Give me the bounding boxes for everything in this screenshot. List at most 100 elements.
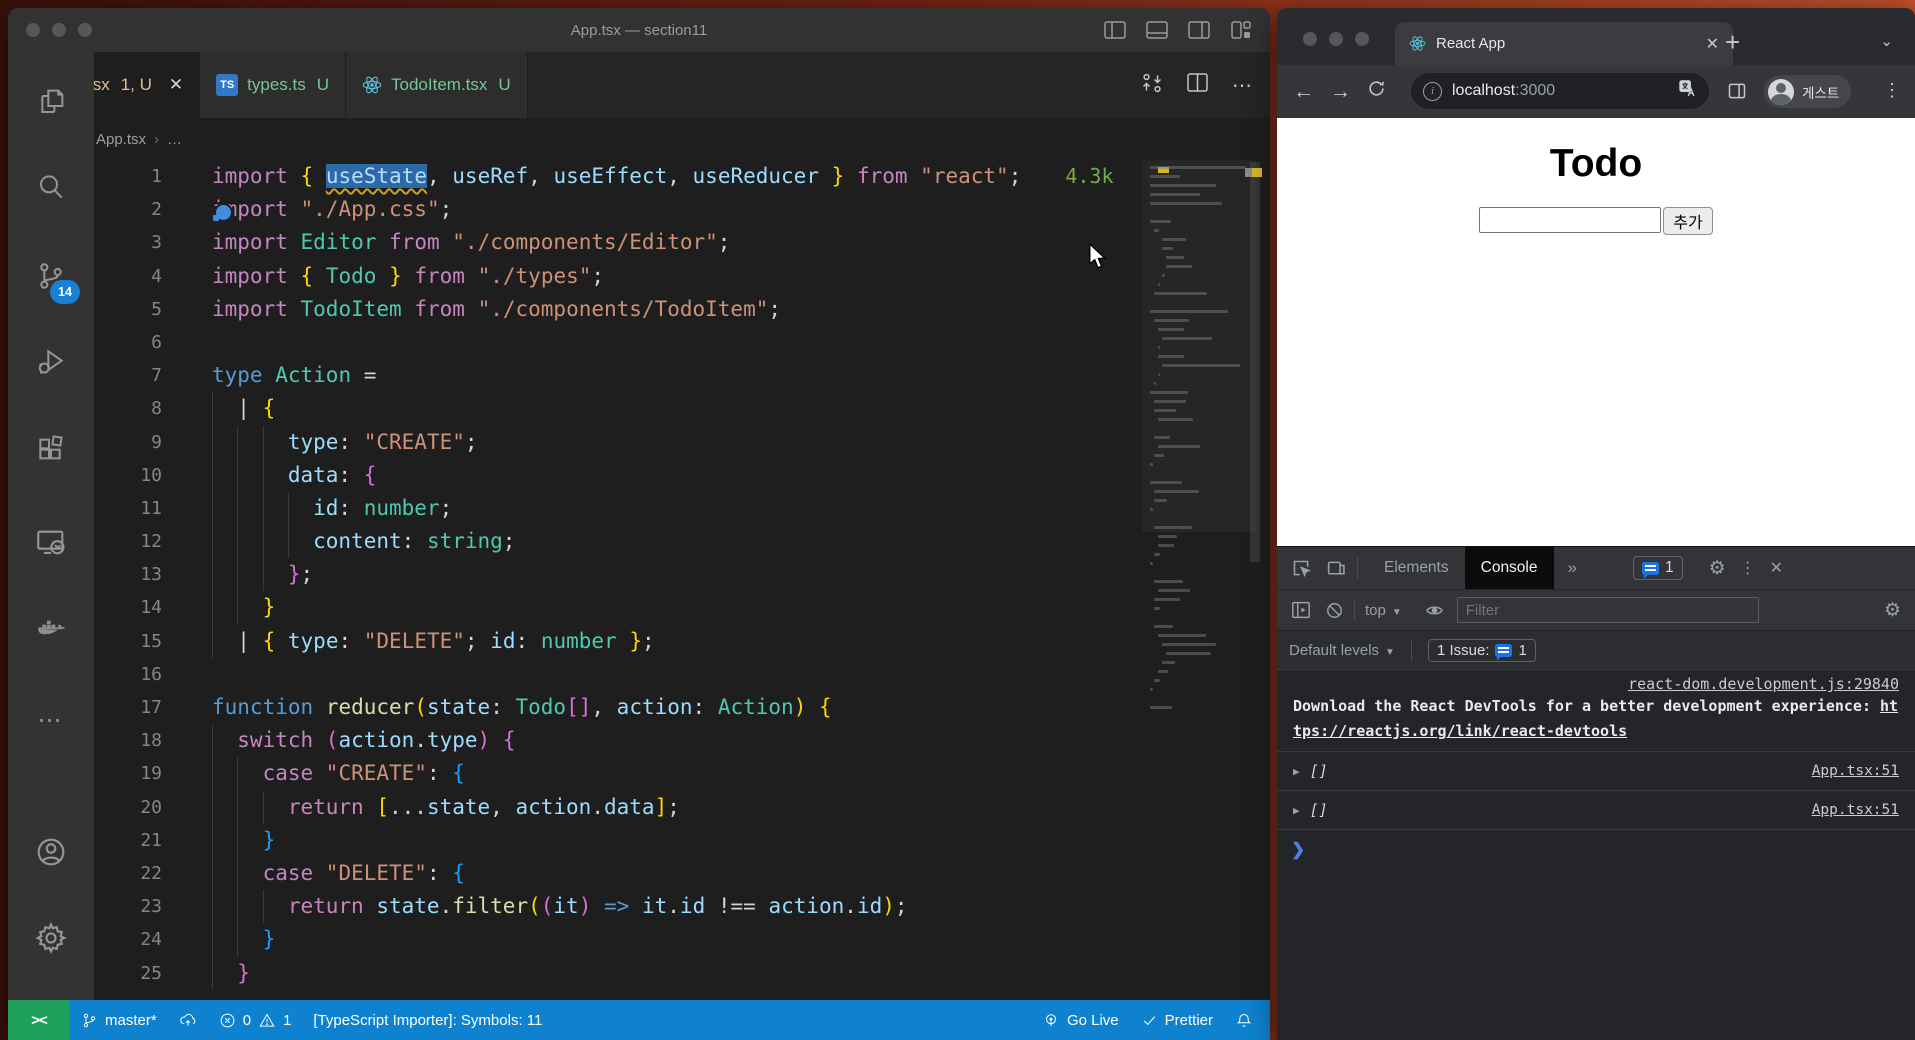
source-control-icon[interactable]: 14 — [8, 246, 94, 306]
console-settings-gear-icon[interactable]: ⚙ — [1884, 599, 1901, 622]
live-expression-eye-icon[interactable] — [1424, 601, 1445, 620]
code-line[interactable]: 5import TodoItem from "./components/Todo… — [94, 293, 1270, 326]
code-line[interactable]: 6 — [94, 326, 1270, 359]
issues-counter[interactable]: 1 Issue: 1 — [1428, 639, 1536, 662]
code-line[interactable]: 16 — [94, 658, 1270, 691]
code-line[interactable]: 19 case "CREATE": { — [94, 757, 1270, 790]
inspect-element-icon[interactable] — [1291, 558, 1312, 579]
devtools-menu-icon[interactable]: ⋮ — [1740, 558, 1756, 578]
expand-arrow-icon[interactable]: ▶ — [1293, 765, 1300, 778]
console-log-entry[interactable]: ▶[]App.tsx:51 — [1277, 752, 1915, 791]
notifications-bell-icon[interactable] — [1224, 1000, 1264, 1040]
back-icon[interactable]: ← — [1293, 80, 1314, 104]
more-views-icon[interactable]: ⋯ — [8, 690, 94, 750]
tab-search-chevron-icon[interactable]: ⌄ — [1880, 32, 1893, 50]
editor-tab-types-ts[interactable]: TStypes.tsU — [200, 52, 346, 118]
code-line[interactable]: 8 | { — [94, 392, 1270, 425]
console-source-link[interactable]: App.tsx:51 — [1812, 763, 1899, 779]
browser-tab[interactable]: React App ✕ — [1395, 22, 1733, 65]
expand-arrow-icon[interactable]: ▶ — [1293, 804, 1300, 817]
console-sidebar-icon[interactable] — [1291, 601, 1311, 619]
devtools-tab-console[interactable]: Console — [1465, 547, 1554, 589]
editor-tab-todoitem-tsx[interactable]: TodoItem.tsxU — [346, 52, 528, 118]
explorer-icon[interactable] — [8, 72, 94, 132]
code-line[interactable]: 20 return [...state, action.data]; — [94, 791, 1270, 824]
console-log-entry[interactable]: ▶[]App.tsx:51 — [1277, 791, 1915, 830]
split-editor-icon[interactable] — [1187, 73, 1208, 97]
code-line[interactable]: 25 } — [94, 957, 1270, 990]
ts-importer-status[interactable]: [TypeScript Importer]: Symbols: 11 — [302, 1000, 553, 1040]
vscode-titlebar[interactable]: App.tsx — section11 — [8, 8, 1270, 52]
accounts-icon[interactable] — [8, 822, 94, 882]
todo-input[interactable] — [1479, 207, 1661, 233]
remote-explorer-icon[interactable] — [8, 513, 94, 573]
zoom-window-button[interactable] — [1355, 32, 1369, 46]
code-line[interactable]: 21 } — [94, 824, 1270, 857]
code-line[interactable]: 24 } — [94, 923, 1270, 956]
open-changes-icon[interactable] — [1141, 72, 1163, 99]
settings-gear-icon[interactable] — [8, 908, 94, 968]
address-bar[interactable]: i localhost:3000 — [1411, 73, 1709, 109]
code-line[interactable]: 12 content: string; — [94, 525, 1270, 558]
reload-icon[interactable] — [1367, 79, 1386, 104]
browser-window-controls[interactable] — [1303, 32, 1369, 46]
add-todo-button[interactable]: 추가 — [1663, 207, 1712, 235]
forward-icon[interactable]: → — [1330, 80, 1351, 104]
scrollbar-thumb[interactable] — [1250, 162, 1260, 562]
devtools-close-icon[interactable]: ✕ — [1770, 558, 1783, 578]
more-actions-icon[interactable]: ⋯ — [1232, 73, 1254, 98]
site-info-icon[interactable]: i — [1423, 82, 1442, 101]
minimap[interactable] — [1148, 160, 1248, 1000]
code-line[interactable]: 7type Action = — [94, 359, 1270, 392]
code-line[interactable]: 2import "./App.css"; — [94, 193, 1270, 226]
problems-item[interactable]: 0 1 — [208, 1000, 303, 1040]
console-prompt[interactable]: ❯ — [1277, 830, 1915, 870]
code-line[interactable]: 23 return state.filter((it) => it.id !==… — [94, 890, 1270, 923]
console-filter-input[interactable] — [1457, 597, 1759, 623]
translate-icon[interactable] — [1678, 79, 1697, 103]
close-tab-icon[interactable]: ✕ — [1706, 34, 1719, 54]
run-debug-icon[interactable] — [8, 332, 94, 392]
close-tab-icon[interactable]: ✕ — [169, 75, 183, 95]
devtools-settings-gear-icon[interactable]: ⚙ — [1709, 557, 1726, 580]
profile-chip[interactable]: 게스트 — [1764, 75, 1851, 108]
publish-item[interactable] — [168, 1000, 208, 1040]
git-branch-item[interactable]: master* — [70, 1000, 168, 1040]
code-editor[interactable]: 1import { useState, useRef, useEffect, u… — [94, 160, 1270, 1000]
minimize-window-button[interactable] — [1329, 32, 1343, 46]
code-line[interactable]: 1import { useState, useRef, useEffect, u… — [94, 160, 1270, 193]
docker-icon[interactable] — [8, 600, 94, 660]
browser-menu-icon[interactable]: ⋮ — [1883, 80, 1901, 101]
customize-layout-icon[interactable] — [1230, 21, 1252, 39]
side-panel-icon[interactable] — [1727, 81, 1747, 106]
code-line[interactable]: 13 }; — [94, 558, 1270, 591]
log-levels-dropdown[interactable]: Default levels▼ — [1289, 642, 1395, 659]
new-tab-button[interactable]: + — [1725, 28, 1740, 56]
toggle-secondary-sidebar-icon[interactable] — [1188, 21, 1210, 39]
devtools-tab-elements[interactable]: Elements — [1368, 547, 1465, 589]
code-line[interactable]: 14 } — [94, 591, 1270, 624]
console-messages-badge[interactable]: 1 — [1633, 556, 1683, 580]
code-line[interactable]: 17function reducer(state: Todo[], action… — [94, 691, 1270, 724]
editor-scrollbar[interactable] — [1248, 160, 1262, 1000]
context-selector[interactable]: top▼ — [1365, 602, 1402, 619]
more-tabs-icon[interactable]: » — [1568, 558, 1577, 578]
close-window-button[interactable] — [1303, 32, 1317, 46]
code-line[interactable]: 18 switch (action.type) { — [94, 724, 1270, 757]
breadcrumb[interactable]: src › App.tsx › … — [8, 118, 1270, 160]
code-line[interactable]: 22 case "DELETE": { — [94, 857, 1270, 890]
breadcrumb-file[interactable]: App.tsx — [96, 131, 146, 148]
console-source-link[interactable]: react-dom.development.js:29840 — [1628, 675, 1899, 693]
code-line[interactable]: 15 | { type: "DELETE"; id: number }; — [94, 625, 1270, 658]
search-icon[interactable] — [8, 157, 94, 217]
go-live-button[interactable]: Go Live — [1031, 1000, 1130, 1040]
clear-console-icon[interactable] — [1325, 601, 1344, 620]
breadcrumb-symbol[interactable]: … — [167, 131, 182, 148]
code-line[interactable]: 10 data: { — [94, 459, 1270, 492]
prettier-status[interactable]: Prettier — [1130, 1000, 1224, 1040]
url-text[interactable]: localhost:3000 — [1452, 82, 1555, 100]
toggle-sidebar-icon[interactable] — [1104, 21, 1126, 39]
extensions-icon[interactable] — [8, 419, 94, 479]
code-line[interactable]: 11 id: number; — [94, 492, 1270, 525]
code-line[interactable]: 9 type: "CREATE"; — [94, 426, 1270, 459]
